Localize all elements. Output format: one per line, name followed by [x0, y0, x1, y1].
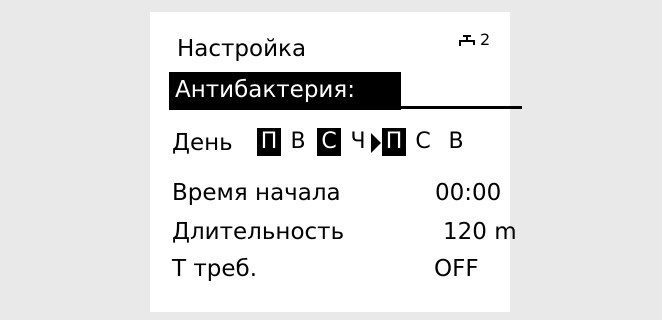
- duration-value[interactable]: 120 m: [443, 221, 517, 244]
- duration-label: Длительность: [172, 219, 345, 245]
- day-sunday[interactable]: В: [445, 128, 467, 156]
- display-screen: Настройка 2 Антибактерия: День П В С Ч П…: [150, 12, 522, 312]
- day-tuesday[interactable]: В: [288, 128, 308, 156]
- day-thursday[interactable]: Ч: [348, 128, 368, 156]
- day-label: День: [172, 130, 233, 156]
- circuit-number: 2: [480, 30, 491, 49]
- temperature-value[interactable]: OFF: [434, 258, 479, 281]
- start-time-value[interactable]: 00:00: [435, 182, 501, 205]
- temperature-label: Т треб.: [172, 256, 258, 282]
- cursor-arrow-icon: [371, 133, 381, 153]
- day-friday[interactable]: П: [382, 128, 406, 156]
- day-monday[interactable]: П: [257, 128, 281, 156]
- day-saturday[interactable]: С: [413, 128, 433, 156]
- header-title: Настройка: [177, 36, 307, 62]
- day-wednesday[interactable]: С: [317, 128, 341, 156]
- start-time-label: Время начала: [172, 180, 341, 206]
- screen-title: Антибактерия:: [175, 77, 355, 103]
- title-underline: [401, 106, 522, 109]
- tap-icon: [459, 35, 475, 46]
